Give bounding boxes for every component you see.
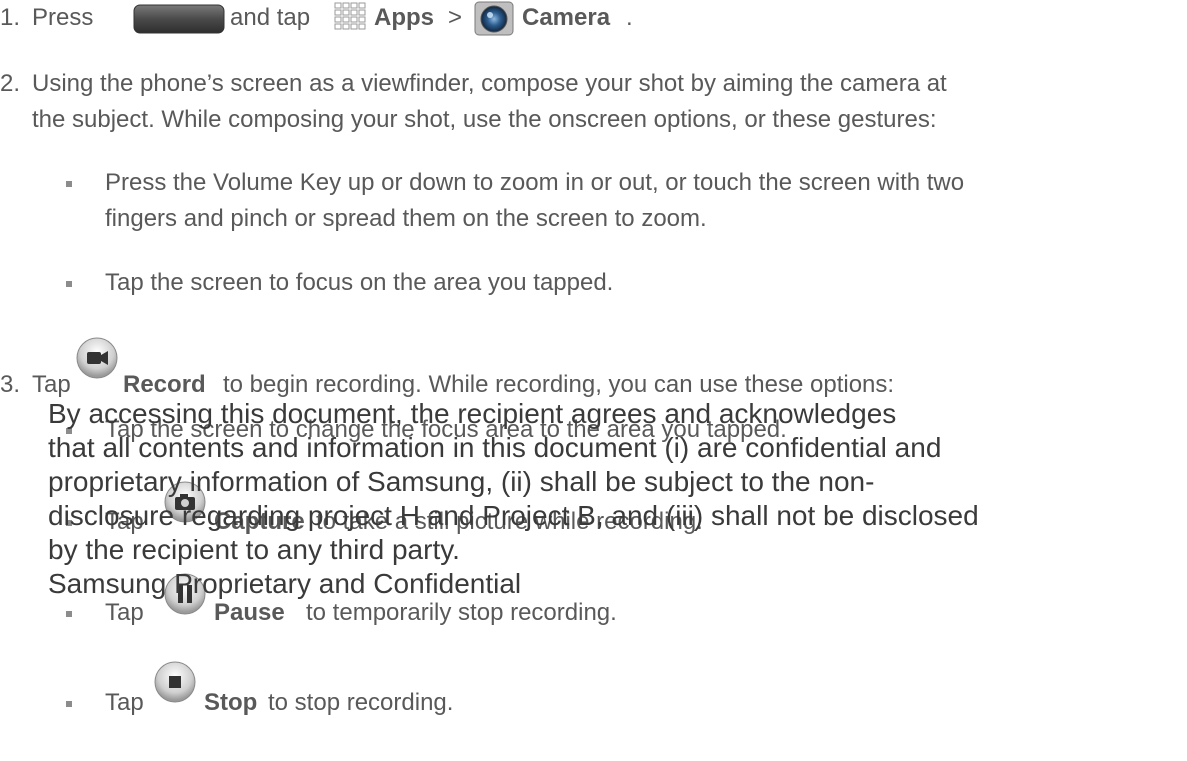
step-1-number: 1.: [0, 4, 21, 31]
bullet-marker: [66, 701, 72, 707]
step-2-line-1: Using the phone’s screen as a viewfinder…: [32, 70, 947, 97]
watermark-line-6: Samsung Proprietary and Confidential: [48, 568, 522, 599]
bullet-marker: [66, 181, 72, 187]
step-3-bullet-3-pause: Pause: [214, 599, 285, 626]
watermark-line-1: By accessing this document, the recipien…: [48, 398, 897, 429]
bullet-marker: [66, 611, 72, 617]
step-2-line-2: the subject. While composing your shot, …: [32, 106, 937, 133]
watermark-line-5: by the recipient to any third party.: [48, 534, 460, 565]
watermark-line-2: that all contents and information in thi…: [48, 432, 942, 463]
watermark-line-4: disclosure regarding project H and Proje…: [48, 500, 979, 531]
step-1-camera: Camera: [522, 4, 611, 31]
step-1-press: Press: [32, 4, 94, 31]
step-2-number: 2.: [0, 70, 21, 97]
step-3-bullet-3-rest: to temporarily stop recording.: [306, 599, 617, 626]
step-3-bullet-3-tap: Tap: [105, 599, 144, 626]
step-3-record: Record: [123, 371, 206, 398]
step-1-period: .: [626, 4, 633, 31]
step-1-apps: Apps: [374, 4, 434, 31]
camera-app-icon: [474, 1, 514, 36]
document-page: 1. Press and tap Apps > Camera . 2. Usin…: [0, 0, 1187, 761]
home-key-icon: [133, 4, 225, 34]
step-3-bullet-4-tap: Tap: [105, 689, 144, 716]
apps-grid-icon: [334, 2, 366, 30]
stop-icon: [154, 661, 196, 703]
step-2-bullet-1-line-2: fingers and pinch or spread them on the …: [105, 205, 707, 232]
step-2-bullet-1-line-1: Press the Volume Key up or down to zoom …: [105, 169, 965, 196]
step-3-bullet-4-rest: to stop recording.: [268, 689, 454, 716]
watermark-line-3: proprietary information of Samsung, (ii)…: [48, 466, 875, 497]
step-3-tap: Tap: [32, 371, 71, 398]
step-1-separator: >: [448, 4, 463, 31]
bullet-marker: [66, 281, 72, 287]
record-video-icon: [76, 337, 118, 379]
step-2-bullet-2: Tap the screen to focus on the area you …: [105, 269, 614, 296]
step-3-bullet-4-stop: Stop: [204, 689, 258, 716]
step-1-and-tap: and tap: [230, 4, 311, 31]
step-3-rest: to begin recording. While recording, you…: [223, 371, 895, 398]
step-3-number: 3.: [0, 371, 21, 398]
